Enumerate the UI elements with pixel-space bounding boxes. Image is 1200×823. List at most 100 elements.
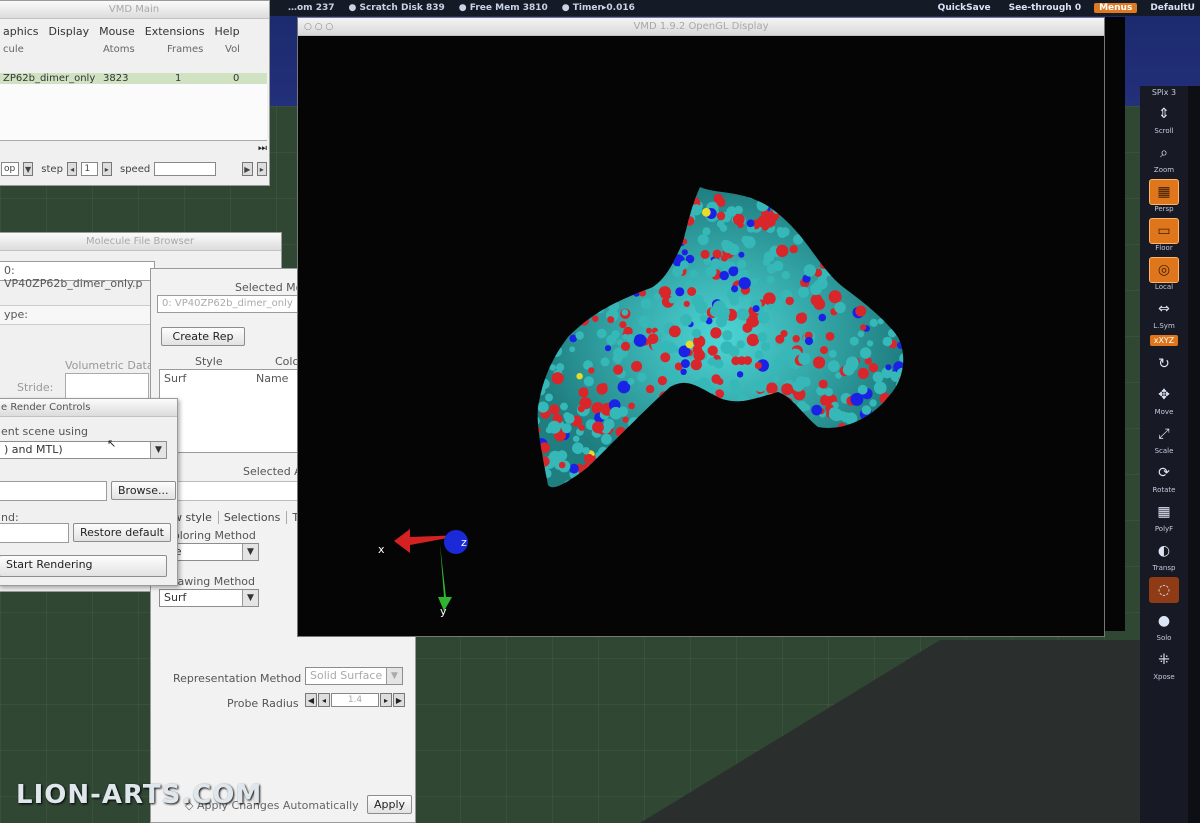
shelf-tool-transp[interactable]: ◐ Transp [1146, 538, 1182, 572]
play-forward-icon[interactable]: ▸ [256, 162, 267, 176]
atom-sphere [684, 437, 694, 447]
window-controls-icon[interactable]: ○ ○ ○ [304, 18, 333, 36]
reps-list[interactable]: Surf Name [159, 369, 301, 453]
opengl-display-window: ○ ○ ○ VMD 1.9.2 OpenGL Display x y z [297, 17, 1105, 637]
step-down-fast-icon[interactable]: ◀ [305, 693, 317, 707]
see-through-slider[interactable]: See-through 0 [1004, 3, 1086, 13]
tab-draw-style[interactable]: w style [173, 511, 212, 524]
protein-surface [537, 187, 904, 488]
step-down-icon[interactable]: ◂ [318, 693, 330, 707]
quicksave-button[interactable]: QuickSave [933, 3, 996, 13]
step-up-icon[interactable]: ▸ [380, 693, 392, 707]
atom-sphere [785, 296, 794, 306]
render-filename-field[interactable] [0, 481, 107, 501]
render-controls-titlebar[interactable]: e Render Controls [0, 399, 177, 417]
loop-mode-select[interactable]: op [1, 162, 19, 176]
shelf-tool-floor[interactable]: ▭ Floor [1146, 218, 1182, 252]
speed-slider[interactable] [154, 162, 217, 176]
atom-sphere [561, 423, 572, 434]
atom-sphere [684, 431, 696, 443]
col-atoms[interactable]: Atoms [103, 44, 167, 55]
atom-sphere [766, 393, 779, 405]
step-decrease-icon[interactable]: ◂ [66, 162, 78, 176]
col-vol[interactable]: Vol [225, 44, 240, 55]
atom-sphere [895, 234, 902, 242]
tab-selections[interactable]: Selections [217, 511, 280, 524]
shelf-tool-xpose[interactable]: ⁜ Xpose [1146, 647, 1182, 681]
atom-sphere [879, 392, 891, 405]
default-ui-button[interactable]: DefaultU [1145, 3, 1200, 13]
atom-sphere [896, 234, 904, 242]
step-up-fast-icon[interactable]: ▶ [393, 693, 405, 707]
probe-radius-stepper[interactable]: ◀ ◂ 1.4 ▸ ▶ [305, 693, 405, 707]
play-forward-step-icon[interactable]: ▶ [242, 162, 253, 176]
atom-sphere [595, 451, 605, 461]
atom-sphere [778, 189, 788, 199]
atom-sphere [648, 466, 657, 475]
skip-end-icon[interactable]: ⏭ [258, 143, 267, 154]
atom-sphere [539, 307, 548, 317]
shelf-tool-zoom[interactable]: ⌕ Zoom [1146, 140, 1182, 174]
shelf-tool-l-sym[interactable]: ⇔ L.Sym [1146, 296, 1182, 330]
opengl-display-titlebar[interactable]: ○ ○ ○ VMD 1.9.2 OpenGL Display [298, 18, 1104, 36]
reps-col-color: Colo [275, 355, 300, 368]
menu-mouse[interactable]: Mouse [99, 25, 135, 38]
menu-graphics[interactable]: aphics [3, 25, 39, 38]
menus-button[interactable]: Menus [1094, 3, 1138, 13]
renderer-select[interactable]: ) and MTL) ▼ [0, 441, 167, 459]
molecule-list[interactable]: ZP62b_dimer_only 3823 1 0 [0, 73, 267, 141]
shelf-tool-move[interactable]: ✥ Move [1146, 382, 1182, 416]
vmd-main-titlebar[interactable]: VMD Main [0, 1, 269, 19]
shelf-tool-local[interactable]: ◎ Local [1146, 257, 1182, 291]
shelf-tool-persp[interactable]: ▦ Persp [1146, 179, 1182, 213]
atom-sphere [684, 187, 696, 192]
shelf-tool-label: Move [1154, 408, 1174, 416]
atom-sphere [778, 187, 790, 189]
start-rendering-button[interactable]: Start Rendering [0, 555, 167, 577]
step-input[interactable]: 1 [81, 162, 98, 176]
atom-sphere [537, 237, 544, 246]
probe-radius-value[interactable]: 1.4 [331, 693, 379, 707]
atom-sphere [645, 384, 655, 394]
drawing-method-select[interactable]: Surf ▼ [159, 589, 259, 607]
col-molecule[interactable]: cule [3, 44, 103, 55]
shelf-tool-xyz[interactable]: xXYZ [1146, 335, 1182, 346]
shelf-tool-scroll[interactable]: ⇕ Scroll [1146, 101, 1182, 135]
atom-sphere [664, 257, 672, 265]
atom-sphere [788, 400, 796, 408]
chevron-down-icon[interactable]: ▼ [22, 162, 34, 176]
shelf-tool-item-13[interactable]: ◌ [1146, 577, 1182, 603]
atom-sphere [545, 244, 554, 253]
atom-sphere [844, 441, 855, 451]
create-rep-button[interactable]: Create Rep [161, 327, 245, 346]
atom-sphere [733, 482, 744, 488]
file-type-field[interactable]: ype: [0, 305, 155, 325]
molecule-file-field[interactable]: 0: VP40ZP62b_dimer_only.p [0, 261, 155, 290]
menu-help[interactable]: Help [215, 25, 240, 38]
shelf-tool-solo[interactable]: ● Solo [1146, 608, 1182, 642]
col-frames[interactable]: Frames [167, 44, 225, 55]
atom-sphere [801, 377, 811, 387]
step-increase-icon[interactable]: ▸ [101, 162, 112, 176]
atom-sphere [838, 227, 851, 241]
atom-sphere [742, 484, 751, 488]
atom-sphere [713, 397, 726, 410]
restore-default-button[interactable]: Restore default [73, 523, 171, 542]
browse-button[interactable]: Browse... [111, 481, 176, 500]
shelf-tool-item-7[interactable]: ↻ [1146, 351, 1182, 377]
atom-sphere [723, 431, 735, 443]
molecule-3d-view[interactable]: x y z [298, 37, 1104, 636]
render-command-field[interactable] [0, 523, 69, 543]
volumetric-data-box[interactable] [65, 373, 149, 401]
molecule-row[interactable]: ZP62b_dimer_only 3823 1 0 [0, 73, 267, 84]
menu-display[interactable]: Display [49, 25, 90, 38]
apply-button[interactable]: Apply [367, 795, 413, 814]
file-browser-titlebar[interactable]: Molecule File Browser [0, 233, 281, 251]
shelf-tool-scale[interactable]: ⤢ Scale [1146, 421, 1182, 455]
menu-extensions[interactable]: Extensions [145, 25, 205, 38]
representation-method-select[interactable]: Solid Surface ▼ [305, 667, 403, 685]
shelf-tool-polyf[interactable]: ▦ PolyF [1146, 499, 1182, 533]
shelf-tool-rotate[interactable]: ⟳ Rotate [1146, 460, 1182, 494]
atom-sphere [855, 231, 866, 242]
selected-molecule-select[interactable]: 0: VP40ZP62b_dimer_only [157, 295, 301, 313]
